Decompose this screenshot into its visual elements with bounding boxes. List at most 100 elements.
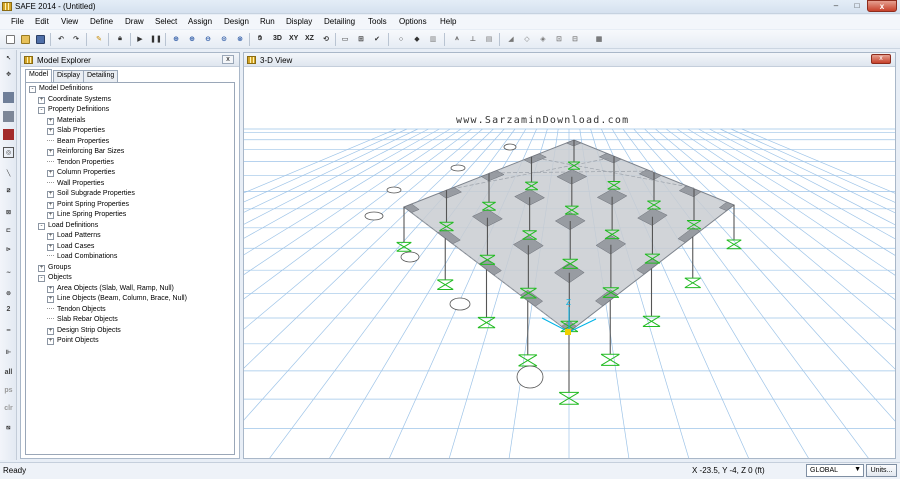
tree-item[interactable]: + Load Cases <box>47 243 94 253</box>
menu-detailing[interactable]: Detailing <box>324 17 355 26</box>
draw-slab-icon[interactable] <box>3 92 14 103</box>
expand-icon[interactable]: + <box>47 296 54 303</box>
tree-item[interactable]: + Design Strip Objects <box>47 327 121 337</box>
tree-item[interactable]: + Load Patterns <box>47 232 101 242</box>
zoom-window-icon[interactable]: ⊕ <box>170 33 182 45</box>
pointer-icon[interactable]: ↖ <box>3 53 14 64</box>
tree-item[interactable]: - Objects <box>38 274 72 284</box>
draw-point-icon[interactable]: ⊚ <box>3 288 14 299</box>
menu-draw[interactable]: Draw <box>125 17 144 26</box>
beam-icon[interactable]: ◢ <box>505 33 517 45</box>
expand-icon[interactable]: + <box>47 128 54 135</box>
expand-icon[interactable]: + <box>47 233 54 240</box>
expand-icon[interactable]: + <box>47 285 54 293</box>
tree-item[interactable]: Beam Properties <box>47 138 109 148</box>
collapse-icon[interactable]: - <box>29 86 36 93</box>
view-3d-button[interactable]: 3D <box>273 35 282 42</box>
menu-run[interactable]: Run <box>260 17 275 26</box>
menu-display[interactable]: Display <box>286 17 312 26</box>
lock-icon[interactable]: 🔒︎ <box>114 33 126 45</box>
view-xy-button[interactable]: XY <box>289 35 298 42</box>
new-file-icon[interactable] <box>4 33 16 45</box>
snap-icon[interactable]: ⊩ <box>3 347 14 358</box>
expand-icon[interactable]: + <box>47 149 54 156</box>
tab-display[interactable]: Display <box>53 70 84 82</box>
menu-options[interactable]: Options <box>399 17 427 26</box>
tree-item[interactable]: + Line Objects (Beam, Column, Brace, Null… <box>47 295 187 305</box>
menu-view[interactable]: View <box>61 17 78 26</box>
grid-view-icon[interactable]: ⊞ <box>355 33 367 45</box>
previous-selection-button[interactable]: ps <box>2 387 15 394</box>
tree-item[interactable]: - Property Definitions <box>38 106 109 116</box>
expand-icon[interactable]: + <box>47 191 54 198</box>
redo-icon[interactable]: ↷ <box>70 33 82 45</box>
tree-item[interactable]: + Materials <box>47 117 85 127</box>
tree-item[interactable]: + Soil Subgrade Properties <box>47 190 135 200</box>
draw-column-icon[interactable]: ⊠ <box>3 207 14 218</box>
units-button[interactable]: Units... <box>866 464 897 477</box>
save-icon[interactable] <box>34 33 46 45</box>
3d-view-panel[interactable]: 3-D View x Z www.SarzaminDownload.com <box>243 52 896 459</box>
menu-select[interactable]: Select <box>155 17 177 26</box>
tree-item[interactable]: + Line Spring Properties <box>47 211 126 221</box>
undo-icon[interactable]: ↶ <box>55 33 67 45</box>
tab-model[interactable]: Model <box>25 69 53 82</box>
menu-assign[interactable]: Assign <box>188 17 212 26</box>
tree-item[interactable]: + Coordinate Systems <box>38 96 111 106</box>
draw-tendon-icon[interactable]: ⊳ <box>3 244 14 255</box>
tree-item[interactable]: Load Combinations <box>47 253 117 263</box>
perspective-icon[interactable]: ▭ <box>339 33 351 45</box>
tree-item[interactable]: - Model Definitions <box>29 85 93 95</box>
tree-item[interactable]: Slab Rebar Objects <box>47 316 118 326</box>
tree-item[interactable]: Tendon Properties <box>47 159 114 169</box>
run-icon[interactable]: ▶ <box>134 33 146 45</box>
reshape-icon[interactable]: ✥ <box>3 69 14 80</box>
frame-icon[interactable]: ◇ <box>521 33 533 45</box>
draw-strip-icon[interactable]: ∼ <box>3 267 14 278</box>
pencil-icon[interactable]: ✎ <box>93 33 105 45</box>
expand-icon[interactable]: + <box>47 212 54 219</box>
collapse-icon[interactable]: - <box>38 222 45 230</box>
clear-icon[interactable]: ▥ <box>427 33 439 45</box>
tab-detailing[interactable]: Detailing <box>83 70 119 82</box>
expand-icon[interactable]: + <box>47 170 54 177</box>
tree-item[interactable]: - Load Definitions <box>38 222 98 232</box>
menu-tools[interactable]: Tools <box>368 17 387 26</box>
menu-edit[interactable]: Edit <box>35 17 49 26</box>
rotate-3d-icon[interactable]: ⟲ <box>320 33 332 45</box>
menu-design[interactable]: Design <box>224 17 249 26</box>
expand-icon[interactable]: + <box>38 96 45 104</box>
tree-item[interactable]: + Groups <box>38 264 71 274</box>
intersecting-line-icon[interactable]: ⧅ <box>3 423 14 434</box>
expand-icon[interactable]: + <box>47 327 54 335</box>
coordinate-system-select[interactable]: GLOBAL ▼ <box>806 464 864 477</box>
show-loads-icon[interactable]: ⩚ <box>451 33 463 45</box>
hand-icon[interactable]: ✋︎ <box>254 33 266 45</box>
collapse-icon[interactable]: - <box>38 107 45 114</box>
expand-icon[interactable]: + <box>47 117 54 125</box>
explorer-close-button[interactable]: x <box>222 55 234 64</box>
check-icon[interactable]: ✔ <box>371 33 383 45</box>
expand-icon[interactable]: + <box>38 264 45 272</box>
3d-view-close-button[interactable]: x <box>871 54 891 64</box>
tree-item[interactable]: + Column Properties <box>47 169 115 179</box>
zoom-full-icon[interactable]: ⊙ <box>218 33 230 45</box>
tree-item[interactable]: + Slab Properties <box>47 127 105 137</box>
collapse-icon[interactable]: - <box>38 275 45 282</box>
draw-line-icon[interactable]: ╲ <box>3 168 14 179</box>
minimize-button[interactable]: – <box>826 0 846 12</box>
tree-item[interactable]: + Point Spring Properties <box>47 201 129 211</box>
cube-icon[interactable]: ◆ <box>411 33 423 45</box>
expand-icon[interactable]: + <box>47 243 54 251</box>
tree-item[interactable]: Tendon Objects <box>47 306 106 316</box>
tree-item[interactable]: Wall Properties <box>47 180 104 190</box>
section-icon[interactable]: ━ <box>3 325 14 336</box>
tree-item[interactable]: + Area Objects (Slab, Wall, Ramp, Null) <box>47 285 174 295</box>
close-button[interactable]: x <box>867 0 897 12</box>
pause-icon[interactable]: ❚❚ <box>150 33 162 45</box>
display-tables-icon[interactable]: ▦ <box>593 33 605 45</box>
tree-item[interactable]: + Reinforcing Bar Sizes <box>47 148 124 158</box>
menu-file[interactable]: File <box>11 17 24 26</box>
support-icon[interactable]: ⊥ <box>467 33 479 45</box>
draw-opening-icon[interactable]: ◎ <box>3 147 14 158</box>
